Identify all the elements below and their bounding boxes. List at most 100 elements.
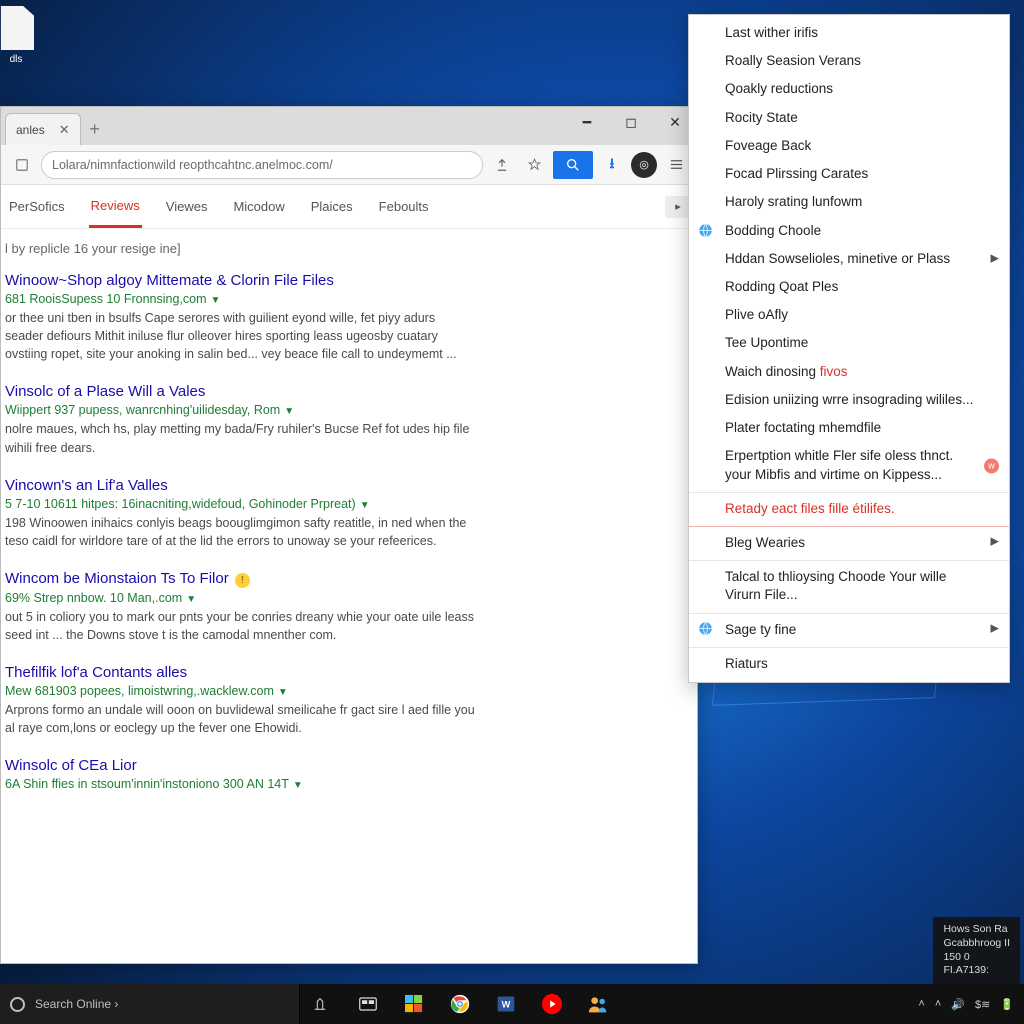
result-title[interactable]: Thefilfik lof'a Contants alles	[5, 664, 475, 681]
context-menu-item[interactable]: Talcal to thlioysing Choode Your wille V…	[689, 560, 1009, 609]
site-tab[interactable]: Feboults	[377, 187, 431, 226]
taskbar-pinned: W	[340, 984, 618, 1024]
search-results: l by replicle 16 your resige ine] Winoow…	[1, 229, 697, 831]
search-result: Thefilfik lof'a Contants alles Mew 681903…	[5, 664, 475, 737]
result-cite: Mew 681903 popees, limoistwring,.wacklew…	[5, 684, 475, 698]
system-tooltip: Hows Son Ra Gcabbhroog II 150 0 FI.A7139…	[933, 917, 1020, 984]
search-result: Winsolc of CEa Lior6A Shin ffies in stso…	[5, 757, 475, 791]
tray-network-icon[interactable]: $≋	[975, 998, 990, 1011]
context-menu-item[interactable]: Edision uniizing wrre insograding wilile…	[689, 386, 1009, 414]
tab-title: anles	[16, 123, 45, 137]
browser-window: ━ ◻ ✕ anles ✕ + Lolara/nimnfactionwild r…	[0, 106, 698, 964]
overflow-menu-icon[interactable]	[663, 152, 689, 178]
context-menu-item[interactable]: Roally Seasion Verans	[689, 47, 1009, 75]
new-tab-button[interactable]: +	[81, 113, 109, 145]
cite-dropdown-icon[interactable]: ▼	[284, 406, 294, 417]
menu-badge: w	[984, 458, 999, 473]
taskbar-search-placeholder: Search Online ›	[35, 997, 118, 1011]
result-title[interactable]: Vincown's an Lif'a Valles	[5, 477, 475, 494]
context-menu-item[interactable]: Erpertption whitle Fler sife oless thnct…	[689, 442, 1009, 488]
context-menu-item[interactable]: Retady eact files fille étilifes.	[689, 492, 1009, 523]
result-cite: 5 7-10 10611 hitpes: 16inacniting,widefo…	[5, 497, 475, 511]
site-info-icon[interactable]	[9, 152, 35, 178]
result-snippet: or thee uni tben in bsulfs Cape serores …	[5, 309, 475, 363]
submenu-arrow-icon: ▶	[991, 535, 999, 550]
url-field[interactable]: Lolara/nimnfactionwild reopthcahtnc.anel…	[41, 151, 483, 179]
context-menu-item[interactable]: Rocity State	[689, 104, 1009, 132]
system-tray: ˄ ˄ 🔊 $≋ 🔋	[908, 998, 1024, 1011]
site-tab[interactable]: Micodow	[231, 187, 286, 226]
taskbar-search[interactable]: Search Online ›	[0, 984, 300, 1024]
taskbar: Search Online › W ˄ ˄ 🔊 $≋ 🔋	[0, 984, 1024, 1024]
desktop-shortcut[interactable]: dls	[0, 6, 38, 65]
file-icon	[0, 6, 34, 50]
context-menu-item[interactable]: Tee Upontime	[689, 329, 1009, 357]
result-cite: Wiippert 937 pupess, wanrcnhing'uilidesd…	[5, 403, 475, 417]
search-icon	[10, 997, 25, 1012]
result-cite: 69% Strep nnbow. 10 Man,.com▼	[5, 591, 475, 605]
bookmark-icon[interactable]	[521, 152, 547, 178]
result-cite: 681 RooisSupess 10 Fronnsing,com▼	[5, 292, 475, 306]
site-tab[interactable]: Plaices	[309, 187, 355, 226]
result-snippet: nolre maues, whch hs, play metting my ba…	[5, 420, 475, 456]
tray-battery-icon[interactable]: 🔋	[1000, 998, 1014, 1011]
context-menu-item[interactable]: Last wither irifis	[689, 19, 1009, 47]
submenu-arrow-icon: ▶	[991, 621, 999, 636]
cite-dropdown-icon[interactable]: ▼	[293, 780, 303, 791]
search-result: Winoow~Shop algoy Mittemate & Clorin Fil…	[5, 272, 475, 363]
start-icon[interactable]	[394, 984, 434, 1024]
results-hint: l by replicle 16 your resige ine]	[5, 241, 691, 256]
youtube-icon[interactable]	[532, 984, 572, 1024]
profile-icon[interactable]: ◎	[631, 152, 657, 178]
browser-tab[interactable]: anles ✕	[5, 113, 81, 145]
submenu-arrow-icon: ▶	[991, 251, 999, 266]
word-icon[interactable]: W	[486, 984, 526, 1024]
result-snippet: 198 Winoowen inihaics conlyis beags boou…	[5, 514, 475, 550]
minimize-button[interactable]: ━	[565, 107, 609, 137]
cite-dropdown-icon[interactable]: ▼	[360, 500, 370, 511]
tray-volume-icon[interactable]: 🔊	[951, 998, 965, 1011]
context-menu-item[interactable]: Plater foctating mhemdfile	[689, 414, 1009, 442]
tray-chevron-icon[interactable]: ˄	[918, 998, 924, 1010]
site-tab[interactable]: PerSofics	[7, 187, 67, 226]
svg-text:W: W	[502, 999, 511, 1009]
context-menu-item[interactable]: Waich dinosing fivos	[689, 358, 1009, 386]
cite-dropdown-icon[interactable]: ▼	[278, 687, 288, 698]
tooltip-line: FI.A7139:	[943, 964, 1010, 978]
downloads-icon[interactable]: ⭳	[599, 152, 625, 178]
result-title[interactable]: Winsolc of CEa Lior	[5, 757, 475, 774]
site-tab[interactable]: Viewes	[164, 187, 210, 226]
result-title[interactable]: Vinsolc of a Plase Will a Vales	[5, 383, 475, 400]
context-menu-item[interactable]: Focad Plirssing Carates	[689, 160, 1009, 188]
maximize-button[interactable]: ◻	[609, 107, 653, 137]
context-menu-item[interactable]: Haroly srating lunfowm	[689, 188, 1009, 216]
search-result: Wincom be Mionstaion Ts To Filor! 69% Str…	[5, 570, 475, 644]
cite-dropdown-icon[interactable]: ▼	[186, 594, 196, 605]
search-button[interactable]	[553, 151, 593, 179]
context-menu-item[interactable]: Plive oAfly	[689, 301, 1009, 329]
globe-icon	[697, 621, 713, 637]
context-menu-item[interactable]: Sage ty fine▶	[689, 613, 1009, 644]
tab-close-icon[interactable]: ✕	[59, 122, 70, 138]
context-menu-item[interactable]: Foveage Back	[689, 132, 1009, 160]
context-menu-item[interactable]: Riaturs	[689, 647, 1009, 678]
tooltip-line: 150 0	[943, 951, 1010, 965]
result-title[interactable]: Winoow~Shop algoy Mittemate & Clorin Fil…	[5, 272, 475, 289]
tray-chevron-icon[interactable]: ˄	[935, 998, 941, 1010]
context-menu-item[interactable]: Bodding Choole	[689, 217, 1009, 245]
cite-dropdown-icon[interactable]: ▼	[211, 295, 221, 306]
chrome-icon[interactable]	[440, 984, 480, 1024]
context-menu-item[interactable]: Qoakly reductions	[689, 75, 1009, 103]
taskbar-app-a[interactable]	[300, 991, 340, 1017]
result-title[interactable]: Wincom be Mionstaion Ts To Filor!	[5, 570, 475, 588]
url-text: Lolara/nimnfactionwild reopthcahtnc.anel…	[52, 158, 333, 172]
address-bar: Lolara/nimnfactionwild reopthcahtnc.anel…	[1, 145, 697, 185]
context-menu-item[interactable]: Hddan Sowselioles, minetive or Plass▶	[689, 245, 1009, 273]
share-icon[interactable]	[489, 152, 515, 178]
tooltip-line: Hows Son Ra	[943, 923, 1010, 937]
task-view-icon[interactable]	[348, 984, 388, 1024]
context-menu-item[interactable]: Rodding Qoat Ples	[689, 273, 1009, 301]
site-tab[interactable]: Reviews	[89, 186, 142, 228]
people-icon[interactable]	[578, 984, 618, 1024]
context-menu-item[interactable]: Bleg Wearies▶	[689, 526, 1009, 557]
